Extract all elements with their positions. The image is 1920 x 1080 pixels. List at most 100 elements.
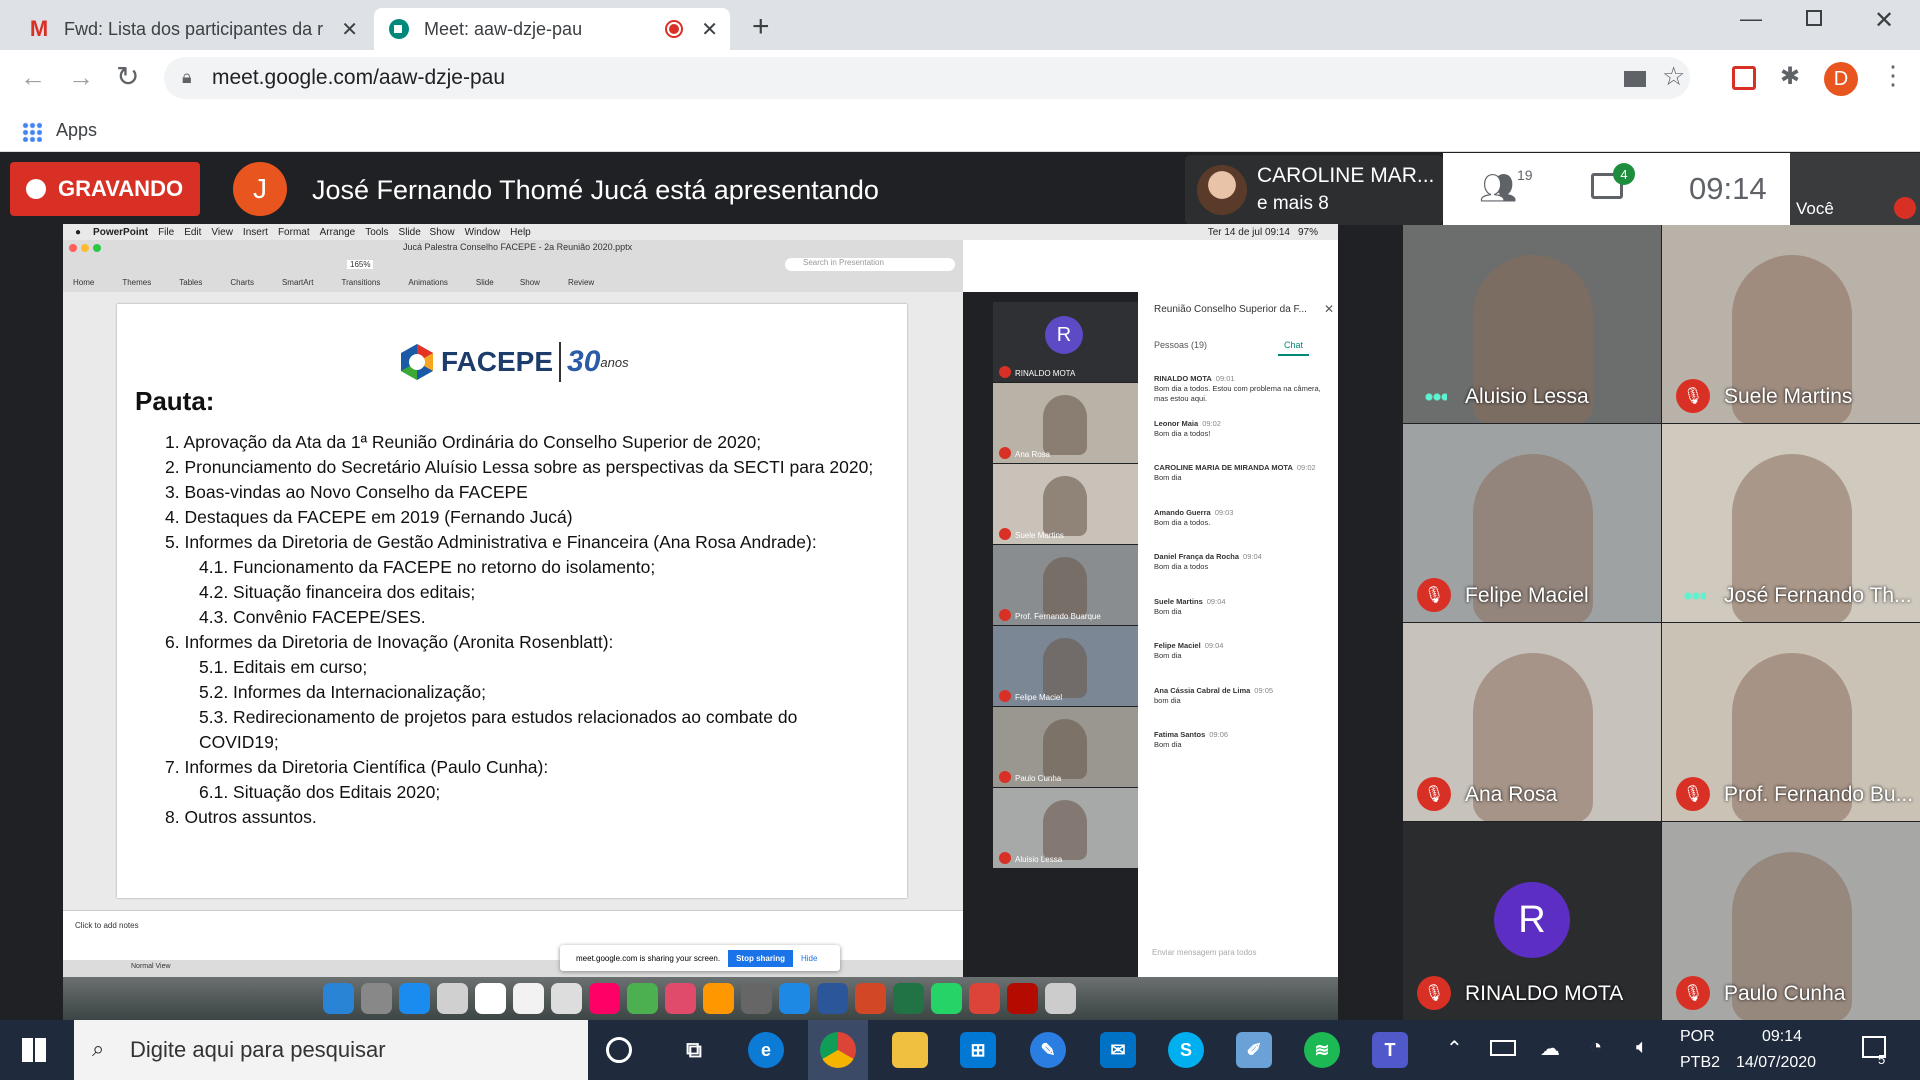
close-dot-icon[interactable]: [69, 244, 77, 252]
participant-tile[interactable]: 🎙︎ Prof. Fernando Bu...: [1662, 623, 1920, 821]
dock-app-icon[interactable]: [1007, 983, 1038, 1014]
inner-participant-tile[interactable]: Prof. Fernando Buarque: [993, 545, 1138, 625]
cloud-icon[interactable]: ☁: [1540, 1036, 1560, 1061]
dock-app-icon[interactable]: [361, 983, 392, 1014]
hide-button[interactable]: Hide: [801, 954, 817, 963]
file-explorer-icon[interactable]: [892, 1032, 928, 1068]
dock-app-icon[interactable]: [513, 983, 544, 1014]
minimize-icon[interactable]: —: [1740, 6, 1762, 32]
mac-menu-item[interactable]: Insert: [243, 227, 268, 238]
inner-participant-tile[interactable]: Ana Rosa: [993, 383, 1138, 463]
dock-app-icon[interactable]: [627, 983, 658, 1014]
tab-gmail[interactable]: M Fwd: Lista dos participantes da re ✕: [14, 8, 370, 50]
dock-app-icon[interactable]: [437, 983, 468, 1014]
address-bar[interactable]: 🔒︎ meet.google.com/aaw-dzje-pau ☆: [164, 57, 1690, 99]
camera-icon[interactable]: [1624, 71, 1646, 87]
zoom-dot-icon[interactable]: [93, 244, 101, 252]
ribbon-tab[interactable]: SmartArt: [282, 278, 314, 287]
apps-bookmark[interactable]: Apps: [56, 120, 97, 141]
dock-app-icon[interactable]: [475, 983, 506, 1014]
dock-app-icon[interactable]: [665, 983, 696, 1014]
close-icon[interactable]: ✕: [1324, 302, 1334, 316]
forward-icon[interactable]: →: [68, 62, 94, 93]
close-tab-icon[interactable]: ✕: [341, 17, 358, 42]
participant-tile[interactable]: 🎙︎ Felipe Maciel: [1403, 424, 1661, 622]
participant-tile[interactable]: 🎙︎ Paulo Cunha: [1662, 822, 1920, 1020]
mac-menu-item[interactable]: PowerPoint: [93, 227, 148, 238]
paint-icon[interactable]: ✐: [1236, 1032, 1272, 1068]
dock-app-icon[interactable]: [589, 983, 620, 1014]
dock-app-icon[interactable]: [703, 983, 734, 1014]
task-view-icon[interactable]: ⧉: [676, 1032, 712, 1068]
people-tab[interactable]: Pessoas (19): [1154, 340, 1207, 350]
profile-avatar[interactable]: D: [1824, 62, 1858, 96]
zoom-level[interactable]: 165%: [347, 260, 374, 269]
ribbon-tab[interactable]: Charts: [230, 278, 254, 287]
ribbon-tab[interactable]: Review: [568, 278, 594, 287]
self-view[interactable]: Você: [1790, 153, 1920, 225]
ribbon-tab[interactable]: Tables: [179, 278, 202, 287]
windows-start-icon[interactable]: [22, 1038, 46, 1062]
taskbar-time[interactable]: 09:14: [1762, 1028, 1802, 1046]
dock-app-icon[interactable]: [931, 983, 962, 1014]
mail-icon[interactable]: ✉: [1100, 1032, 1136, 1068]
people-icon[interactable]: 👥︎: [1479, 171, 1517, 206]
inner-participant-tile[interactable]: Felipe Maciel: [993, 626, 1138, 706]
inner-participant-tile[interactable]: R RINALDO MOTA: [993, 302, 1138, 382]
cortana-icon[interactable]: [606, 1037, 632, 1063]
mac-menu-item[interactable]: Window: [465, 227, 501, 238]
dock-app-icon[interactable]: [779, 983, 810, 1014]
dock-app-icon[interactable]: [855, 983, 886, 1014]
dock-app-icon[interactable]: [1045, 983, 1076, 1014]
taskbar-search[interactable]: ⌕ Digite aqui para pesquisar: [74, 1020, 588, 1080]
taskbar-date[interactable]: 14/07/2020: [1736, 1054, 1816, 1072]
dock-app-icon[interactable]: [817, 983, 848, 1014]
puzzle-icon[interactable]: ✱: [1780, 62, 1800, 91]
mac-menu-item[interactable]: Arrange: [320, 227, 356, 238]
dock-app-icon[interactable]: [741, 983, 772, 1014]
dock-app-icon[interactable]: [323, 983, 354, 1014]
reload-icon[interactable]: ↻: [116, 60, 139, 93]
menu-icon[interactable]: ⋮: [1880, 60, 1906, 91]
back-icon[interactable]: ←: [20, 62, 46, 93]
ribbon-tab[interactable]: Themes: [122, 278, 151, 287]
chevron-up-icon[interactable]: ⌃: [1446, 1036, 1463, 1061]
chrome-taskbar-active[interactable]: [808, 1020, 868, 1080]
extension-icon[interactable]: [1732, 66, 1756, 90]
wifi-icon[interactable]: ◔: [1590, 1036, 1602, 1059]
chat-input[interactable]: Enviar mensagem para todos: [1152, 948, 1257, 957]
featured-participant[interactable]: CAROLINE MAR... e mais 8: [1185, 155, 1443, 225]
dock-app-icon[interactable]: [551, 983, 582, 1014]
input-language[interactable]: POR: [1680, 1028, 1715, 1046]
ribbon-tab[interactable]: Animations: [408, 278, 448, 287]
star-icon[interactable]: ☆: [1662, 61, 1685, 92]
dock-app-icon[interactable]: [893, 983, 924, 1014]
volume-icon[interactable]: 🔈︎: [1636, 1036, 1648, 1059]
inner-participant-tile[interactable]: Suele Martins: [993, 464, 1138, 544]
mac-menu-item[interactable]: Tools: [365, 227, 388, 238]
close-window-icon[interactable]: ✕: [1874, 6, 1894, 35]
mac-menu-item[interactable]: Slide Show: [399, 227, 455, 238]
mac-menu-item[interactable]: Help: [510, 227, 531, 238]
minimize-dot-icon[interactable]: [81, 244, 89, 252]
mac-menu-item[interactable]: Format: [278, 227, 310, 238]
app-icon[interactable]: ✎: [1030, 1032, 1066, 1068]
edge-icon[interactable]: e: [748, 1032, 784, 1068]
mac-menu-item[interactable]: File: [158, 227, 174, 238]
battery-icon[interactable]: [1490, 1040, 1516, 1056]
ribbon-tab[interactable]: Slide Show: [476, 278, 540, 287]
ribbon-tab[interactable]: Transitions: [342, 278, 381, 287]
dock-app-icon[interactable]: [969, 983, 1000, 1014]
close-tab-icon[interactable]: ✕: [701, 17, 718, 42]
participant-tile[interactable]: 🎙︎ Ana Rosa: [1403, 623, 1661, 821]
spotify-icon[interactable]: ≋: [1304, 1032, 1340, 1068]
mac-menu-item[interactable]: Edit: [184, 227, 201, 238]
skype-icon[interactable]: S: [1168, 1032, 1204, 1068]
participant-tile[interactable]: 🎙︎ Suele Martins: [1662, 225, 1920, 423]
ppt-search-input[interactable]: Search in Presentation: [785, 258, 955, 271]
inner-participant-tile[interactable]: Aluisio Lessa: [993, 788, 1138, 868]
participant-tile[interactable]: R 🎙︎ RINALDO MOTA: [1403, 822, 1661, 1020]
keyboard-layout[interactable]: PTB2: [1680, 1054, 1720, 1072]
participant-tile[interactable]: Aluisio Lessa: [1403, 225, 1661, 423]
mac-menu-item[interactable]: View: [211, 227, 233, 238]
